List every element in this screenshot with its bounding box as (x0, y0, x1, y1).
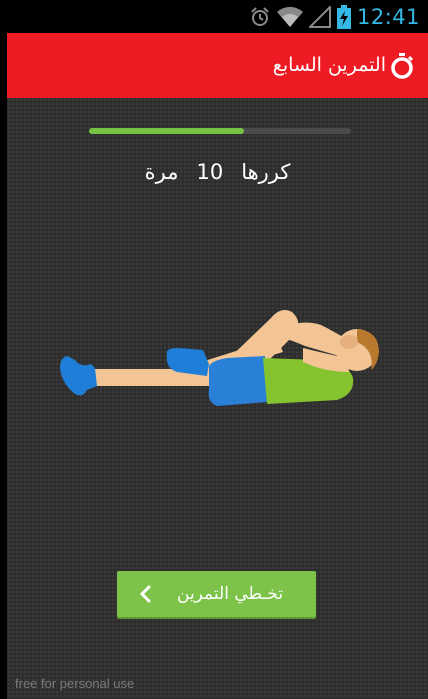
shoe-left (60, 356, 97, 396)
exercise-illustration (60, 310, 379, 406)
clock: 12:41 (356, 4, 420, 29)
chevron-left-icon (139, 585, 151, 608)
skip-exercise-label: تخـطي التمرين (177, 584, 284, 604)
signal-icon (308, 5, 331, 28)
status-bar: 12:41 (0, 0, 428, 33)
shorts (208, 356, 267, 406)
app-bar: التمرين السابع (7, 33, 428, 98)
repetition-instruction: كررها 10 مرة (7, 160, 428, 184)
battery-charging-icon (336, 4, 351, 29)
repeat-unit: مرة (144, 160, 179, 184)
alarm-icon (249, 6, 271, 28)
wifi-icon (276, 6, 303, 28)
progress-fill (89, 128, 244, 134)
watermark-text: free for personal use (15, 676, 135, 691)
repeat-count: 10 (196, 160, 224, 184)
repeat-label: كررها (241, 160, 291, 184)
hand (340, 335, 358, 349)
exercise-screen: كررها 10 مرة تخـطي التمرين (7, 98, 428, 699)
skip-exercise-button[interactable]: تخـطي التمرين (117, 571, 316, 617)
exercise-progress-bar (89, 128, 351, 134)
stopwatch-icon (388, 52, 416, 80)
page-title: التمرين السابع (272, 54, 386, 76)
